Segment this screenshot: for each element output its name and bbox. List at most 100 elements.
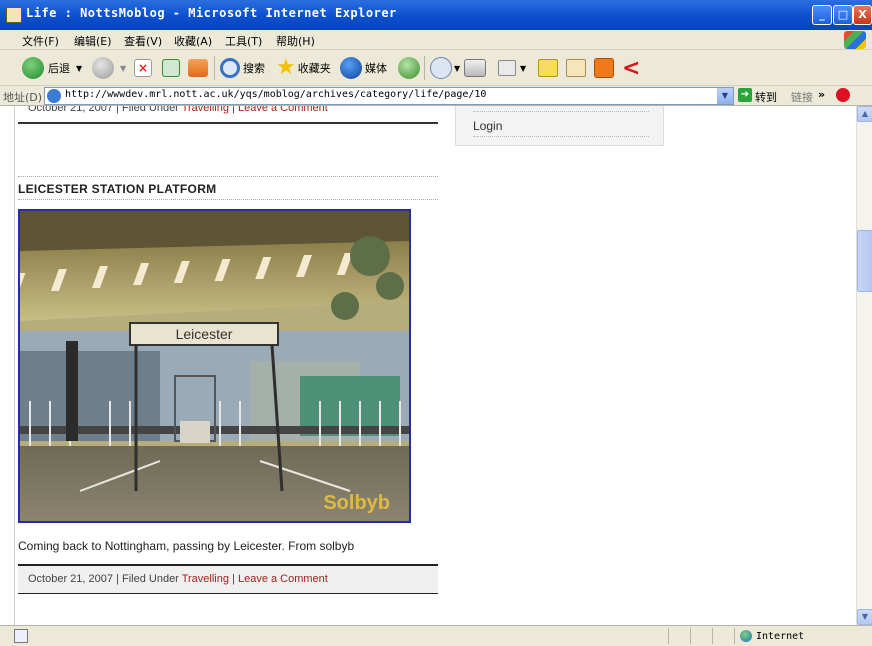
home-icon: [188, 59, 208, 77]
post-caption: Coming back to Nottingham, passing by Le…: [18, 539, 355, 553]
toolbar-separator: [424, 56, 425, 80]
minimize-button[interactable]: _: [812, 5, 832, 25]
status-bar: Internet: [0, 625, 872, 646]
post-meta: October 21, 2007 | Filed Under Travellin…: [18, 564, 438, 594]
meta-filed-under: | Filed Under: [113, 573, 182, 585]
maximize-button[interactable]: □: [833, 5, 853, 25]
links-label[interactable]: 链接: [791, 89, 813, 105]
meta-separator: |: [228, 106, 238, 114]
login-link[interactable]: Login: [473, 119, 502, 133]
comment-link[interactable]: Leave a Comment: [238, 106, 328, 114]
player-button[interactable]: [594, 55, 614, 81]
station-platform-image: Leicester Solbyb: [20, 211, 409, 521]
media-player-icon: [594, 58, 614, 78]
meta-filed-under: | Filed Under: [113, 106, 182, 114]
media-button[interactable]: 媒体: [340, 55, 387, 81]
page-viewport: October 21, 2007 | Filed Under Travellin…: [0, 106, 856, 625]
content-border: [14, 106, 15, 625]
red-swoosh-icon: <: [622, 55, 641, 81]
menu-tools[interactable]: 工具(T): [225, 33, 262, 49]
history-icon: [398, 57, 420, 79]
menu-bar: 文件(F) 编辑(E) 查看(V) 收藏(A) 工具(T) 帮助(H): [0, 30, 872, 50]
links-chevron-icon[interactable]: »: [818, 88, 825, 101]
post-photo[interactable]: Leicester Solbyb: [18, 209, 411, 523]
refresh-icon: [162, 59, 180, 77]
category-link[interactable]: Travelling: [182, 106, 229, 114]
scroll-up-icon[interactable]: ▲: [857, 106, 872, 122]
scroll-down-icon[interactable]: ▼: [857, 609, 872, 625]
messenger-button[interactable]: [566, 55, 586, 81]
back-dropdown-icon[interactable]: ▼: [76, 64, 82, 73]
status-divider: [734, 628, 735, 644]
status-divider: [712, 628, 713, 644]
address-dropdown-icon[interactable]: ▼: [717, 88, 733, 104]
forward-button[interactable]: ▼: [92, 55, 126, 81]
address-url[interactable]: http://wwwdev.mrl.nott.ac.uk/yqs/moblog/…: [65, 89, 486, 100]
category-link[interactable]: Travelling: [182, 573, 229, 585]
menu-view[interactable]: 查看(V): [124, 33, 162, 49]
address-label: 地址(D): [3, 91, 43, 104]
toolbar: 后退 ▼ ▼ × 搜索 ★ 收藏夹 媒体 ▼ ▼ <: [0, 50, 872, 86]
zone-label: Internet: [756, 630, 805, 642]
home-button[interactable]: [188, 55, 208, 81]
post-title[interactable]: LEICESTER STATION PLATFORM: [18, 182, 216, 196]
edit-dropdown-icon[interactable]: ▼: [520, 64, 526, 73]
print-button[interactable]: [464, 55, 486, 81]
refresh-button[interactable]: [162, 55, 180, 81]
station-sign-text: Leicester: [176, 326, 233, 342]
page-icon: [47, 89, 61, 103]
security-zone: Internet: [740, 630, 804, 642]
mail-dropdown-icon[interactable]: ▼: [454, 64, 460, 73]
edit-button[interactable]: ▼: [498, 55, 526, 81]
media-icon: [340, 57, 362, 79]
history-button[interactable]: [398, 55, 420, 81]
back-arrow-icon: [22, 57, 44, 79]
extension-button[interactable]: <: [622, 55, 640, 81]
research-icon: [566, 59, 586, 77]
divider: [18, 199, 438, 200]
title-bar: Life : NottsMoblog - Microsoft Internet …: [0, 0, 872, 30]
menu-edit[interactable]: 编辑(E): [74, 33, 112, 49]
print-icon: [464, 59, 486, 77]
scroll-thumb[interactable]: [857, 230, 872, 292]
back-button[interactable]: 后退 ▼: [22, 55, 82, 81]
mail-button[interactable]: ▼: [430, 55, 460, 81]
menu-favorites[interactable]: 收藏(A): [174, 33, 212, 49]
divider: [473, 111, 649, 112]
vertical-scrollbar[interactable]: ▲ ▼: [856, 106, 872, 625]
watermark-text: Solbyb: [323, 492, 390, 514]
favorites-button[interactable]: ★ 收藏夹: [276, 55, 331, 81]
edit-page-icon: [498, 60, 516, 76]
menu-file[interactable]: 文件(F): [22, 33, 59, 49]
search-label: 搜索: [243, 62, 265, 75]
menu-help[interactable]: 帮助(H): [276, 33, 315, 49]
close-button[interactable]: X: [853, 5, 872, 25]
meta-separator: |: [228, 573, 238, 585]
window-title: Life : NottsMoblog - Microsoft Internet …: [26, 6, 397, 20]
comment-link[interactable]: Leave a Comment: [238, 573, 328, 585]
toolbar-extension-icon[interactable]: [836, 88, 850, 102]
post-meta-previous: October 21, 2007 | Filed Under Travellin…: [18, 106, 438, 120]
folder-icon: [538, 59, 558, 77]
page-status-icon: [14, 629, 28, 643]
media-label: 媒体: [365, 62, 387, 75]
forward-dropdown-icon[interactable]: ▼: [120, 64, 126, 73]
stop-button[interactable]: ×: [134, 55, 152, 81]
divider: [473, 136, 649, 137]
meta-date: October 21, 2007: [28, 106, 114, 114]
search-icon: [220, 58, 240, 78]
star-icon: ★: [276, 55, 296, 80]
address-bar: 地址(D) http://wwwdev.mrl.nott.ac.uk/yqs/m…: [0, 86, 872, 106]
search-button[interactable]: 搜索: [220, 55, 265, 81]
go-arrow-icon[interactable]: ➔: [738, 88, 752, 102]
status-divider: [690, 628, 691, 644]
stop-icon: ×: [134, 59, 152, 77]
discuss-button[interactable]: [538, 55, 558, 81]
status-divider: [668, 628, 669, 644]
ie-page-icon: [6, 7, 22, 23]
go-button[interactable]: 转到: [755, 89, 777, 105]
divider: [18, 176, 438, 177]
address-input[interactable]: http://wwwdev.mrl.nott.ac.uk/yqs/moblog/…: [44, 87, 734, 105]
meta-date: October 21, 2007: [28, 573, 114, 585]
back-label: 后退: [48, 62, 70, 75]
